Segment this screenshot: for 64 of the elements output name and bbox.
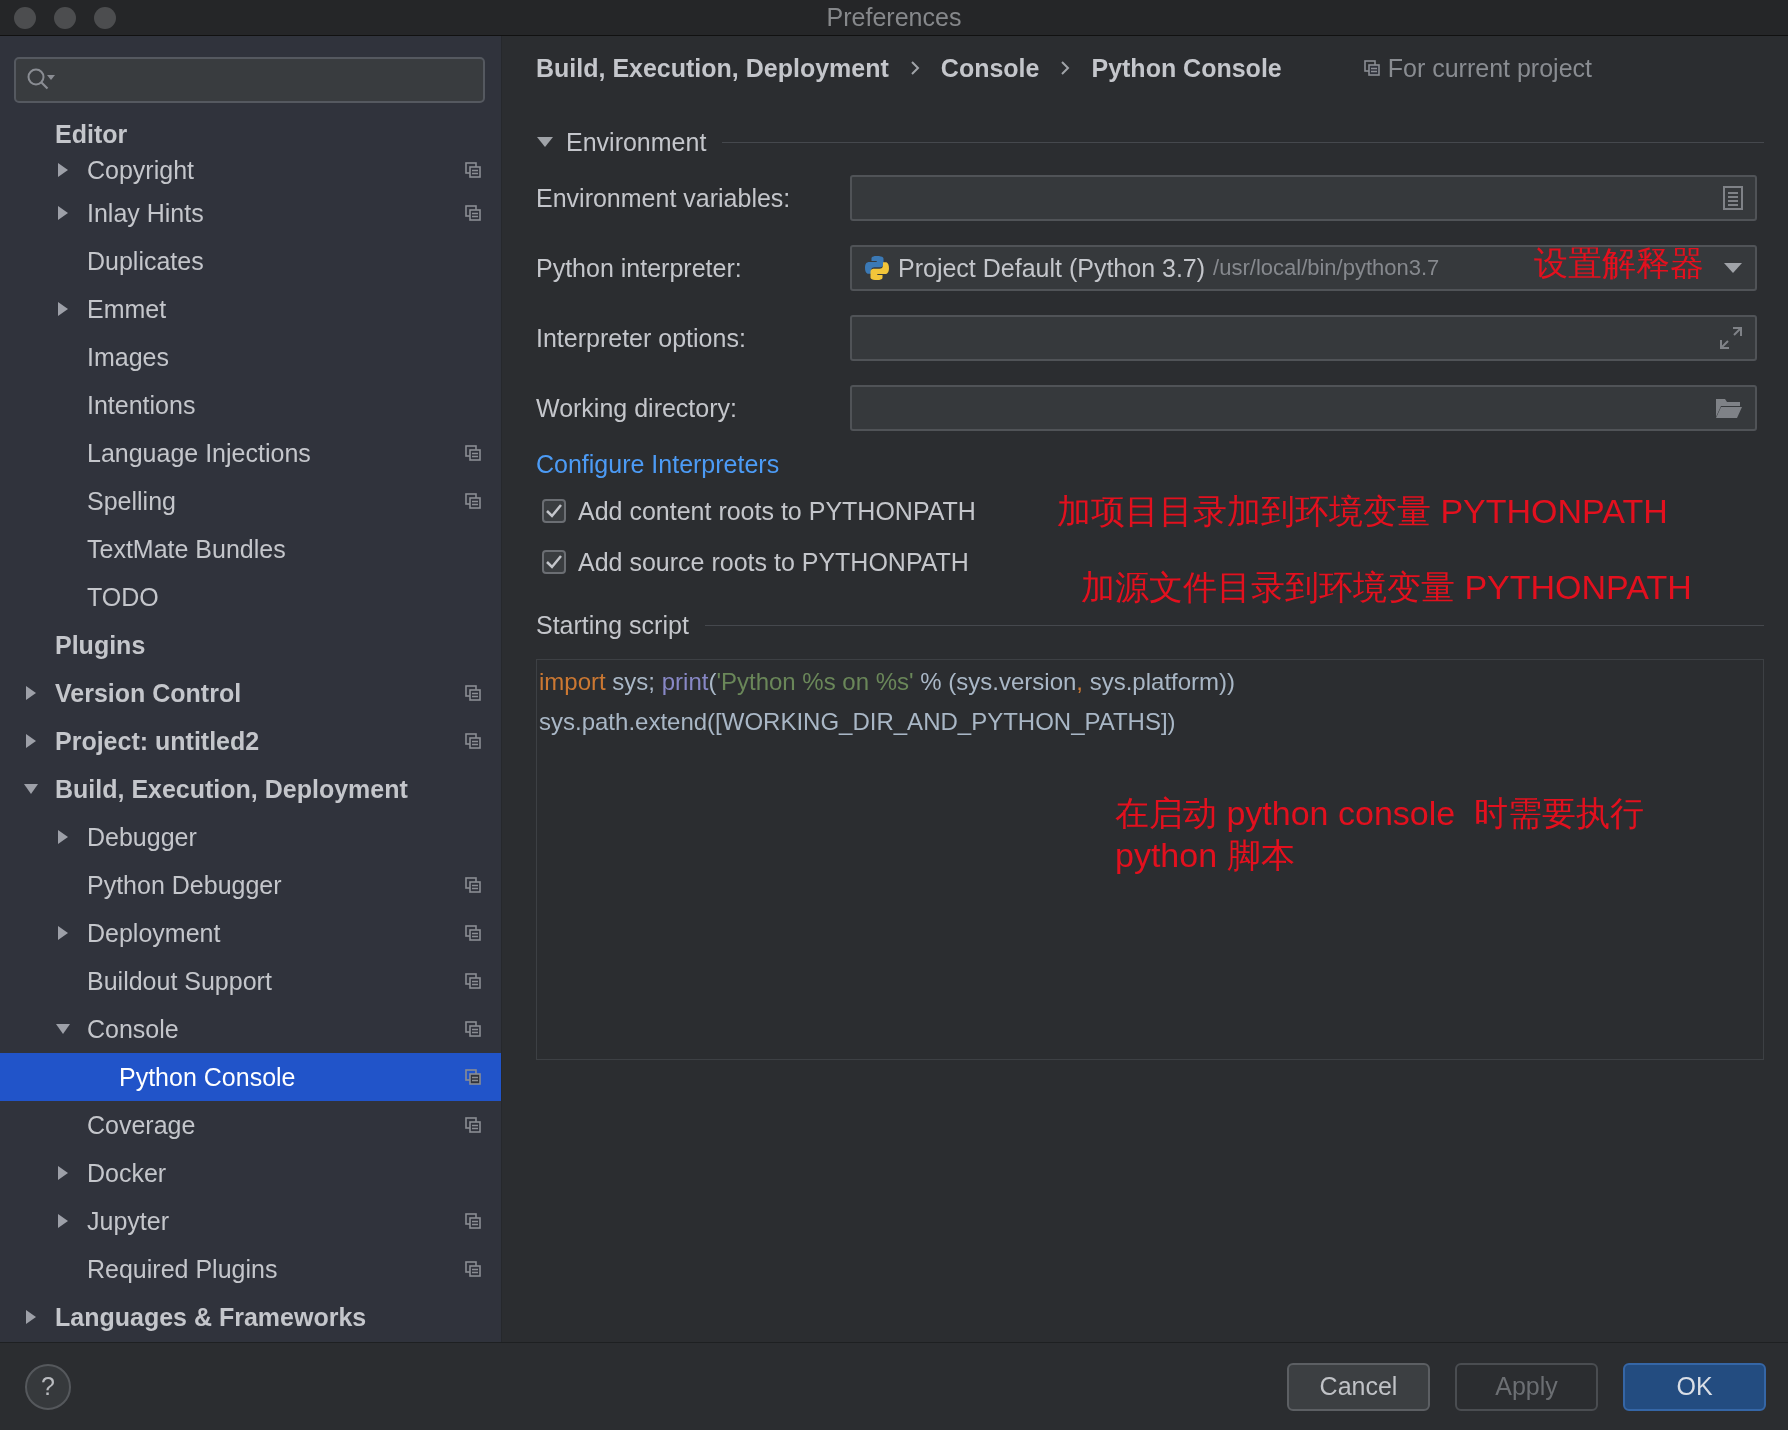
interpreter-name: Project Default (Python 3.7) [898, 253, 1206, 283]
help-button[interactable]: ? [25, 1363, 71, 1410]
input-field[interactable] [850, 175, 1757, 221]
field-label: Working directory: [536, 393, 738, 423]
tree-item[interactable]: TextMate Bundles [0, 525, 501, 573]
code-line: import sys; print('Python %s on %s' % (sys.version, sys.platform)) [539, 667, 1237, 697]
annotation-text: 在启动 python console 时需要执行 python 脚本 [1115, 793, 1645, 876]
annotation-text: 设置解释器 [1534, 243, 1704, 284]
tree-item[interactable]: Jupyter [0, 1197, 501, 1245]
tree-item[interactable]: Project: untitled2 [0, 717, 501, 765]
tree-item[interactable]: Required Plugins [0, 1245, 501, 1293]
tree-item[interactable]: Plugins [0, 621, 501, 669]
tree-item[interactable]: Console [0, 1005, 501, 1053]
checkbox-label: Add content roots to PYTHONPATH [578, 496, 976, 526]
breadcrumb-item: Console [940, 53, 1040, 83]
checkbox-label: Add source roots to PYTHONPATH [578, 547, 969, 577]
tree-item[interactable]: Coverage [0, 1101, 501, 1149]
tree-item[interactable]: Python Debugger [0, 861, 501, 909]
search-field[interactable] [14, 57, 485, 103]
expand-icon[interactable] [1719, 326, 1743, 350]
breadcrumb-item: Build, Execution, Deployment [536, 53, 889, 83]
tree-item[interactable]: Docker [0, 1149, 501, 1197]
annotation-text: 加项目目录加到环境变量 PYTHONPATH [1057, 491, 1668, 532]
tree-item[interactable]: Build, Execution, Deployment [0, 765, 501, 813]
interpreter-path: /usr/local/bin/python3.7 [1213, 255, 1440, 281]
tree-item[interactable]: Version Control [0, 669, 501, 717]
configure-interpreters-link[interactable]: Configure Interpreters [536, 449, 780, 479]
field-label: Python interpreter: [536, 253, 743, 283]
tree-item[interactable]: Buildout Support [0, 957, 501, 1005]
window-title: Preferences [826, 3, 962, 32]
tree-item[interactable]: Duplicates [0, 237, 501, 285]
document-icon[interactable] [1723, 186, 1743, 210]
section-title: Starting script [536, 610, 689, 640]
dialog-button[interactable]: Cancel [1287, 1362, 1430, 1411]
tree-item[interactable]: TODO [0, 573, 501, 621]
python-logo-icon [864, 255, 890, 281]
input-field[interactable] [850, 385, 1757, 431]
section-title: Environment [566, 127, 707, 157]
copy-icon [1363, 60, 1380, 76]
caret-down-icon[interactable] [1723, 262, 1743, 274]
scope-label: For current project [1387, 53, 1592, 83]
chevron-right-icon [908, 60, 921, 76]
breadcrumb-item: Python Console [1091, 53, 1282, 83]
tree-item[interactable]: Images [0, 333, 501, 381]
tree-item[interactable]: Python Console [0, 1053, 501, 1101]
folder-icon[interactable] [1715, 397, 1743, 419]
input-field[interactable] [850, 315, 1757, 361]
dialog-button[interactable]: OK [1623, 1362, 1766, 1411]
tree-item[interactable]: Copyright [0, 151, 501, 189]
annotation-text: 加源文件目录到环境变量 PYTHONPATH [1081, 567, 1692, 608]
tree-item[interactable]: Spelling [0, 477, 501, 525]
field-label: Interpreter options: [536, 323, 747, 353]
checkbox[interactable] [542, 499, 566, 523]
tree-item[interactable]: Inlay Hints [0, 189, 501, 237]
chevron-right-icon [1059, 60, 1072, 76]
tree-item[interactable]: Languages & Frameworks [0, 1293, 501, 1341]
field-label: Environment variables: [536, 183, 792, 213]
checkbox[interactable] [542, 550, 566, 574]
tree-item[interactable]: Debugger [0, 813, 501, 861]
tree-item[interactable]: Emmet [0, 285, 501, 333]
code-line: sys.path.extend([WORKING_DIR_AND_PYTHON_PATHS]) [539, 707, 1177, 737]
tree-item[interactable]: Intentions [0, 381, 501, 429]
tree-item[interactable]: Deployment [0, 909, 501, 957]
tree-item[interactable]: Language Injections [0, 429, 501, 477]
